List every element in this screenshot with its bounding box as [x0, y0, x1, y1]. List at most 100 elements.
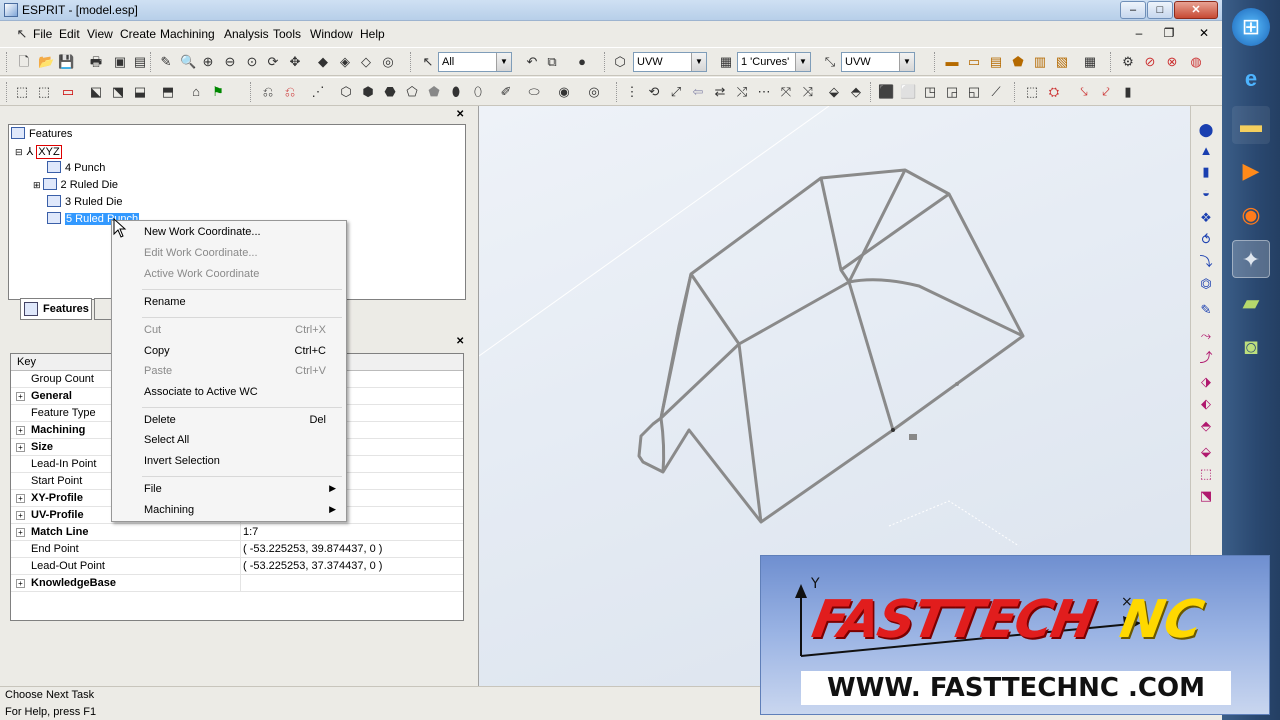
- zoom-icon[interactable]: ⊕: [200, 54, 216, 70]
- chevron-down-icon[interactable]: ▼: [899, 53, 914, 71]
- rotate-icon[interactable]: ⟳: [265, 54, 281, 70]
- vtool-icon[interactable]: ⤵: [1198, 254, 1214, 270]
- vtool-icon[interactable]: ▲: [1198, 143, 1214, 159]
- vtool-icon[interactable]: ⬔: [1198, 488, 1214, 504]
- toolbar-grip[interactable]: [934, 52, 937, 72]
- vtool-icon[interactable]: ⏣: [1198, 276, 1214, 292]
- feature-icon[interactable]: ⬮: [448, 84, 464, 100]
- feature-icon[interactable]: ⬯: [470, 84, 486, 100]
- axis-icon[interactable]: ⤡: [822, 54, 838, 70]
- edit-icon[interactable]: ⬙: [826, 84, 842, 100]
- vtool-icon[interactable]: ✎: [1198, 302, 1214, 318]
- taskbar-notes[interactable]: ▰: [1232, 284, 1270, 322]
- create-icon[interactable]: ▭: [60, 84, 76, 100]
- toolbar-grip[interactable]: [1014, 82, 1017, 102]
- save-icon[interactable]: 💾: [58, 54, 74, 70]
- tree-expand-icon[interactable]: ⊞: [33, 180, 41, 190]
- edit-icon[interactable]: ⤨: [800, 84, 816, 100]
- minimize-button[interactable]: –: [1120, 1, 1146, 19]
- create-icon[interactable]: ⬚: [14, 84, 30, 100]
- feature-icon[interactable]: ⋰: [310, 84, 326, 100]
- copy-icon[interactable]: ⧉: [544, 54, 560, 70]
- properties-panel-close-icon[interactable]: ✕: [456, 336, 464, 347]
- select-arrow-icon[interactable]: ↖: [420, 54, 436, 70]
- context-menu-item-invert-selection[interactable]: Invert Selection: [112, 455, 346, 471]
- solid-icon[interactable]: ◲: [944, 84, 960, 100]
- tab-features[interactable]: Features: [20, 298, 92, 320]
- expand-icon[interactable]: +: [16, 426, 25, 435]
- op-icon[interactable]: ▤: [988, 54, 1004, 70]
- menu-help[interactable]: Help: [360, 27, 385, 41]
- vtool-icon[interactable]: ⬙: [1198, 444, 1214, 460]
- create-icon[interactable]: ⬚: [36, 84, 52, 100]
- preview-icon[interactable]: ▣: [112, 54, 128, 70]
- edit-icon[interactable]: ⤧: [778, 84, 794, 100]
- taskbar-esprit[interactable]: ✦: [1232, 240, 1270, 278]
- solid-icon[interactable]: ◱: [966, 84, 982, 100]
- tab-secondary[interactable]: [94, 298, 112, 320]
- start-button[interactable]: ⊞: [1232, 8, 1270, 46]
- features-panel-close-icon[interactable]: ✕: [456, 109, 464, 120]
- mdi-restore-button[interactable]: ❐: [1160, 26, 1178, 40]
- feature-icon[interactable]: ◉: [556, 84, 572, 100]
- vtool-icon[interactable]: ⤳: [1198, 328, 1214, 344]
- feature-icon[interactable]: ⬣: [382, 84, 398, 100]
- property-row[interactable]: + Match Line 1:7: [11, 524, 463, 541]
- shade-icon[interactable]: ◆: [315, 54, 331, 70]
- property-row[interactable]: Lead-Out Point ( -53.225253, 37.374437, 0…: [11, 558, 463, 575]
- layer-icon[interactable]: ▦: [718, 54, 734, 70]
- property-row[interactable]: + KnowledgeBase: [11, 575, 463, 592]
- layer-select[interactable]: 1 'Curves' ▼: [737, 52, 811, 72]
- record-icon[interactable]: ●: [574, 54, 590, 70]
- chevron-down-icon[interactable]: ▼: [795, 53, 810, 71]
- zoom-in-icon[interactable]: 🔍: [180, 54, 196, 70]
- layout-icon[interactable]: ▤: [132, 54, 148, 70]
- context-menu-item-machining[interactable]: Machining ▶: [112, 504, 346, 520]
- solid-icon[interactable]: ⬛: [878, 84, 894, 100]
- vtool-icon[interactable]: ⬖: [1198, 396, 1214, 412]
- tool-icon[interactable]: ⚙: [1120, 54, 1136, 70]
- edit-icon[interactable]: ⇦: [690, 84, 706, 100]
- create-icon[interactable]: ⬔: [110, 84, 126, 100]
- feature-icon[interactable]: ⬢: [360, 84, 376, 100]
- pan-icon[interactable]: ✥: [287, 54, 303, 70]
- vtool-icon[interactable]: ◒: [1198, 185, 1214, 201]
- edit-icon[interactable]: ⋯: [756, 84, 772, 100]
- menu-file[interactable]: File: [33, 27, 52, 41]
- taskbar-ie[interactable]: e: [1232, 60, 1270, 98]
- feature-icon[interactable]: ⎌: [260, 84, 276, 100]
- create-icon[interactable]: ⬒: [160, 84, 176, 100]
- edit-icon[interactable]: ⋮: [624, 84, 640, 100]
- zoom-out-icon[interactable]: ⊖: [222, 54, 238, 70]
- expand-icon[interactable]: +: [16, 579, 25, 588]
- misc-icon[interactable]: ▮: [1120, 84, 1136, 100]
- solid-icon[interactable]: ◳: [922, 84, 938, 100]
- open-file-icon[interactable]: 📂: [38, 54, 54, 70]
- close-button[interactable]: ✕: [1174, 1, 1218, 19]
- feature-icon[interactable]: ⬠: [404, 84, 420, 100]
- misc-icon[interactable]: ⬚: [1024, 84, 1040, 100]
- menu-create[interactable]: Create: [120, 27, 156, 41]
- context-menu-item-copy[interactable]: Copy Ctrl+C: [112, 345, 346, 361]
- taskbar-media[interactable]: ▶: [1232, 152, 1270, 190]
- vtool-icon[interactable]: ⬚: [1198, 466, 1214, 482]
- menu-window[interactable]: Window: [310, 27, 353, 41]
- tool-icon[interactable]: ⊘: [1142, 54, 1158, 70]
- create-icon[interactable]: ⬓: [132, 84, 148, 100]
- feature-icon[interactable]: ⬟: [426, 84, 442, 100]
- op-icon[interactable]: ⬟: [1010, 54, 1026, 70]
- menu-edit[interactable]: Edit: [59, 27, 80, 41]
- context-menu-item-new-work-coordinate[interactable]: New Work Coordinate...: [112, 226, 346, 242]
- tree-node-ruled-die-2[interactable]: ⊞ 2 Ruled Die: [33, 178, 118, 191]
- feature-icon[interactable]: ⬭: [526, 84, 542, 100]
- hidden-icon[interactable]: ◎: [380, 54, 396, 70]
- mdi-close-button[interactable]: ✕: [1195, 26, 1213, 40]
- expand-icon[interactable]: +: [16, 392, 25, 401]
- toolbar-grip[interactable]: [604, 52, 607, 72]
- chevron-down-icon[interactable]: ▼: [691, 53, 706, 71]
- app-icon[interactable]: [4, 3, 18, 17]
- create-icon[interactable]: ⚑: [210, 84, 226, 100]
- taskbar-firefox[interactable]: ◉: [1232, 196, 1270, 234]
- op-icon[interactable]: ▧: [1054, 54, 1070, 70]
- view-plane-select[interactable]: UVW ▼: [841, 52, 915, 72]
